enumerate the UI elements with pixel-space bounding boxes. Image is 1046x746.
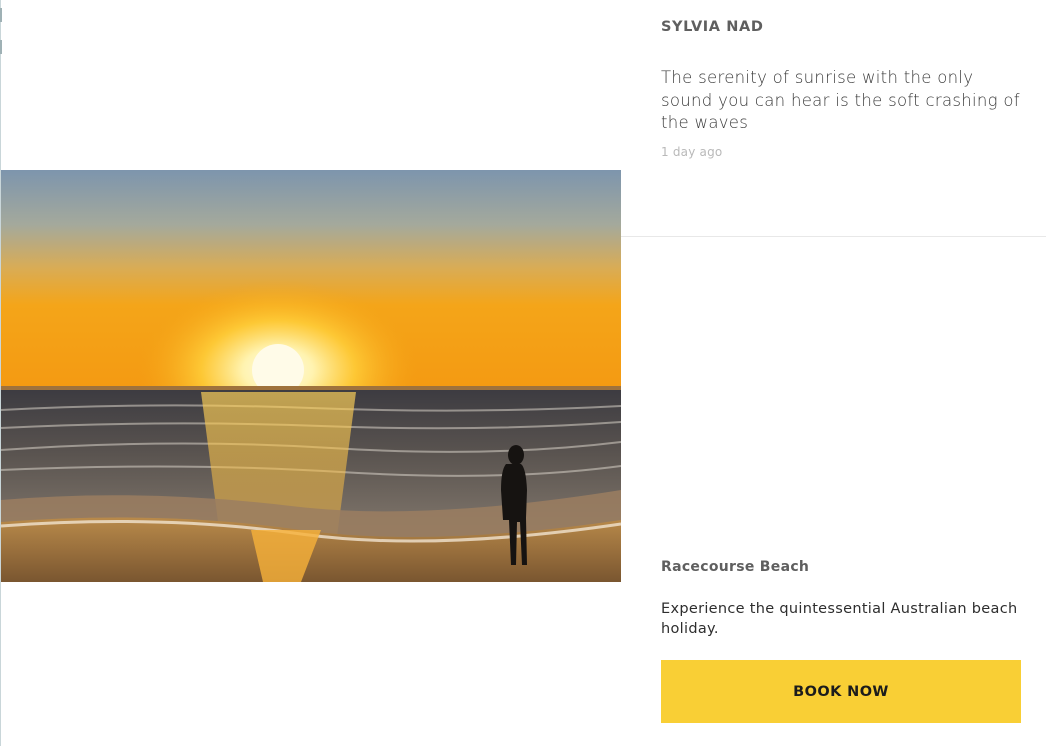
post-author: SYLVIA NAD [661, 19, 764, 35]
edge-marker [0, 8, 2, 22]
sunrise-beach-photo [1, 170, 621, 582]
post-caption: The serenity of sunrise with the only so… [661, 68, 1020, 132]
page: SYLVIA NAD The serenity of sunrise with … [0, 0, 1046, 746]
book-now-button[interactable]: BOOK NOW [661, 660, 1021, 723]
listing-title: Racecourse Beach [661, 559, 810, 575]
edge-marker [0, 40, 2, 54]
photo-illustration [1, 170, 621, 582]
section-divider [621, 236, 1046, 237]
post-timestamp: 1 day ago [661, 145, 723, 159]
listing-description: Experience the quintessential Australian… [661, 601, 1018, 637]
